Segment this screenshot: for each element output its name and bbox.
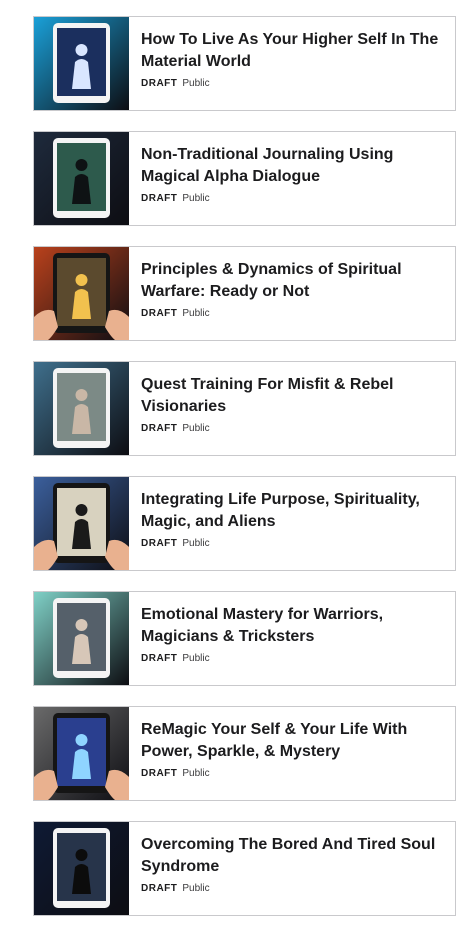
course-info: Quest Training For Misfit & Rebel Vision…	[129, 362, 455, 455]
figure-head	[75, 44, 88, 56]
course-info: Principles & Dynamics of Spiritual Warfa…	[129, 247, 455, 340]
visibility-label: Public	[182, 768, 210, 779]
course-info: Emotional Mastery for Warriors, Magician…	[129, 592, 455, 685]
course-card[interactable]: Integrating Life Purpose, Spirituality, …	[33, 476, 456, 571]
course-meta: DRAFT Public	[141, 768, 445, 780]
visibility-label: Public	[182, 78, 210, 89]
tablet-mockup-image	[34, 707, 129, 800]
status-badge: DRAFT	[141, 78, 178, 89]
course-meta: DRAFT Public	[141, 308, 445, 320]
figure-head	[75, 274, 88, 286]
course-title[interactable]: Non-Traditional Journaling Using Magical…	[141, 144, 445, 188]
course-title[interactable]: Quest Training For Misfit & Rebel Vision…	[141, 374, 445, 418]
course-title[interactable]: Overcoming The Bored And Tired Soul Synd…	[141, 834, 445, 878]
course-card[interactable]: Non-Traditional Journaling Using Magical…	[33, 131, 456, 226]
visibility-label: Public	[182, 423, 210, 434]
course-info: Non-Traditional Journaling Using Magical…	[129, 132, 455, 225]
course-title[interactable]: Principles & Dynamics of Spiritual Warfa…	[141, 259, 445, 303]
course-meta: DRAFT Public	[141, 653, 445, 665]
course-card[interactable]: Quest Training For Misfit & Rebel Vision…	[33, 361, 456, 456]
figure-body	[72, 174, 91, 204]
figure-head	[75, 849, 88, 861]
figure-head	[75, 504, 88, 516]
course-meta: DRAFT Public	[141, 538, 445, 550]
visibility-label: Public	[182, 538, 210, 549]
figure-body	[72, 404, 91, 434]
course-thumbnail[interactable]	[34, 822, 129, 915]
course-info: Integrating Life Purpose, Spirituality, …	[129, 477, 455, 570]
course-title[interactable]: Emotional Mastery for Warriors, Magician…	[141, 604, 445, 648]
course-card[interactable]: How To Live As Your Higher Self In The M…	[33, 16, 456, 111]
status-badge: DRAFT	[141, 883, 178, 894]
status-badge: DRAFT	[141, 768, 178, 779]
course-title[interactable]: How To Live As Your Higher Self In The M…	[141, 29, 445, 73]
status-badge: DRAFT	[141, 193, 178, 204]
course-card[interactable]: Emotional Mastery for Warriors, Magician…	[33, 591, 456, 686]
course-thumbnail[interactable]	[34, 477, 129, 570]
course-info: ReMagic Your Self & Your Life With Power…	[129, 707, 455, 800]
tablet-mockup-image	[34, 247, 129, 340]
status-badge: DRAFT	[141, 423, 178, 434]
course-title[interactable]: Integrating Life Purpose, Spirituality, …	[141, 489, 445, 533]
visibility-label: Public	[182, 193, 210, 204]
visibility-label: Public	[182, 883, 210, 894]
course-thumbnail[interactable]	[34, 707, 129, 800]
tablet-mockup-image	[34, 132, 129, 225]
tablet-mockup-image	[34, 592, 129, 685]
tablet-mockup-image	[34, 822, 129, 915]
course-info: How To Live As Your Higher Self In The M…	[129, 17, 455, 110]
course-card[interactable]: Principles & Dynamics of Spiritual Warfa…	[33, 246, 456, 341]
course-thumbnail[interactable]	[34, 592, 129, 685]
status-badge: DRAFT	[141, 653, 178, 664]
tablet-mockup-image	[34, 477, 129, 570]
course-info: Overcoming The Bored And Tired Soul Synd…	[129, 822, 455, 915]
figure-body	[72, 864, 91, 894]
figure-body	[72, 749, 91, 779]
tablet-mockup-image	[34, 17, 129, 110]
course-meta: DRAFT Public	[141, 78, 445, 90]
visibility-label: Public	[182, 653, 210, 664]
figure-body	[72, 59, 91, 89]
course-list: How To Live As Your Higher Self In The M…	[33, 16, 456, 936]
figure-body	[72, 519, 91, 549]
course-title[interactable]: ReMagic Your Self & Your Life With Power…	[141, 719, 445, 763]
course-thumbnail[interactable]	[34, 247, 129, 340]
tablet-mockup-image	[34, 362, 129, 455]
status-badge: DRAFT	[141, 308, 178, 319]
course-thumbnail[interactable]	[34, 132, 129, 225]
figure-head	[75, 734, 88, 746]
course-thumbnail[interactable]	[34, 17, 129, 110]
course-card[interactable]: ReMagic Your Self & Your Life With Power…	[33, 706, 456, 801]
course-thumbnail[interactable]	[34, 362, 129, 455]
figure-body	[72, 634, 91, 664]
figure-head	[75, 389, 88, 401]
course-meta: DRAFT Public	[141, 883, 445, 895]
figure-body	[72, 289, 91, 319]
figure-head	[75, 619, 88, 631]
course-meta: DRAFT Public	[141, 423, 445, 435]
figure-head	[75, 159, 88, 171]
course-card[interactable]: Overcoming The Bored And Tired Soul Synd…	[33, 821, 456, 916]
visibility-label: Public	[182, 308, 210, 319]
status-badge: DRAFT	[141, 538, 178, 549]
course-meta: DRAFT Public	[141, 193, 445, 205]
